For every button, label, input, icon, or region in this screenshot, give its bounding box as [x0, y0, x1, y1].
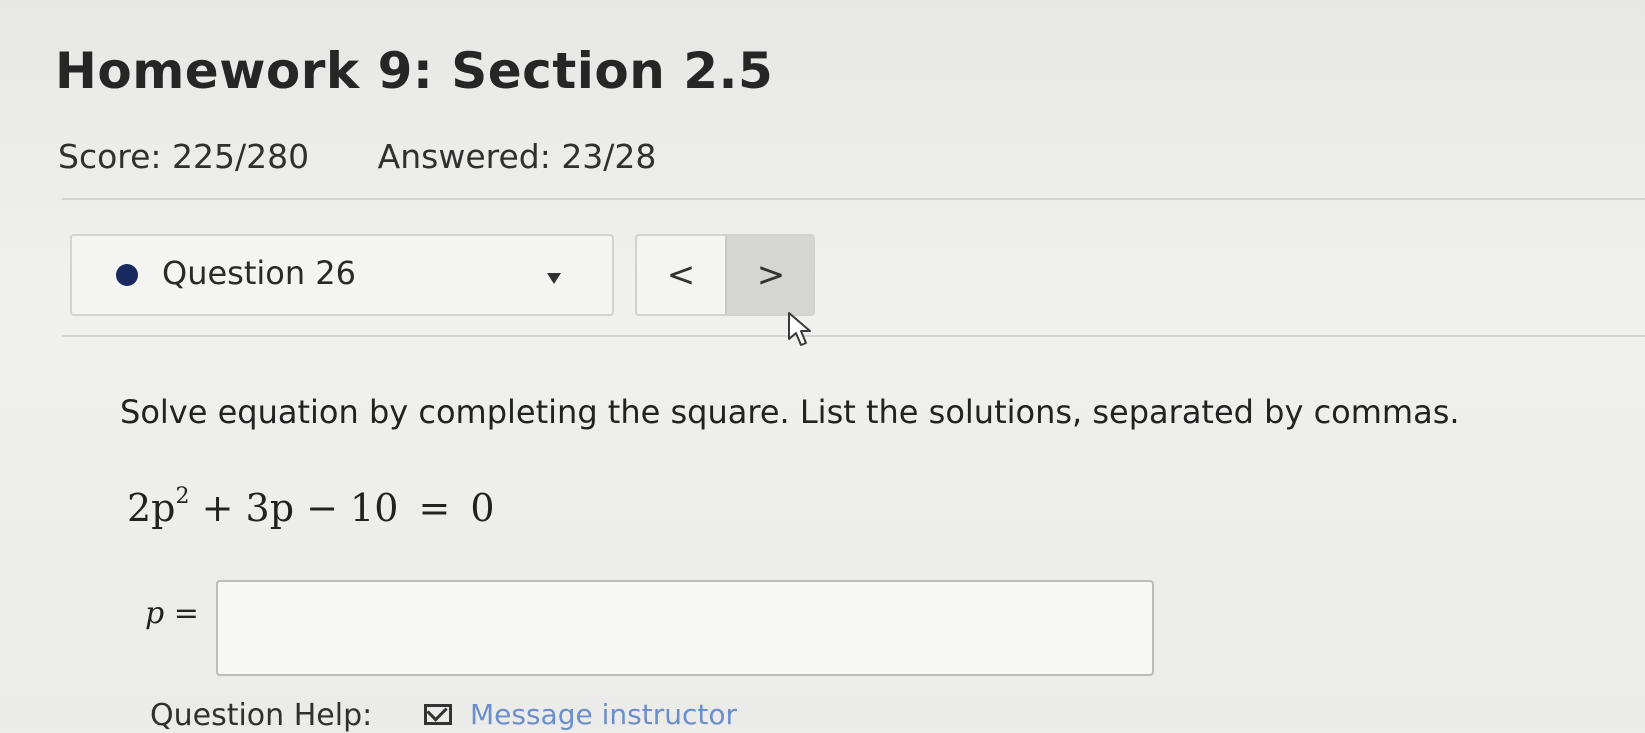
- question-pager: < >: [635, 234, 815, 316]
- divider: [62, 335, 1645, 337]
- chevron-right-icon: >: [756, 255, 786, 295]
- message-instructor-label: Message instructor: [470, 698, 737, 731]
- equation-exponent: 2: [175, 484, 190, 509]
- question-prompt: Solve equation by completing the square.…: [120, 393, 1460, 431]
- homework-page: Homework 9: Section 2.5 Score: 225/280 A…: [0, 0, 1645, 733]
- answer-label: p =: [145, 596, 199, 631]
- question-navigation: Question 26 < >: [62, 214, 1645, 334]
- question-help-label: Question Help:: [150, 698, 373, 733]
- next-question-button[interactable]: >: [725, 236, 813, 314]
- caret-down-icon: [547, 273, 561, 284]
- message-instructor-link[interactable]: Message instructor: [424, 698, 737, 731]
- mouse-cursor-icon: [788, 312, 811, 346]
- answer-equals: =: [173, 596, 199, 631]
- answer-input[interactable]: [216, 580, 1154, 676]
- chevron-left-icon: <: [666, 255, 696, 295]
- equation: 2p2 + 3p − 10 = 0: [127, 484, 495, 530]
- answer-variable: p: [145, 596, 165, 631]
- progress-summary: Score: 225/280 Answered: 23/28: [58, 137, 656, 176]
- equation-terms: + 3p − 10: [201, 486, 399, 530]
- answered-text: Answered: 23/28: [377, 137, 657, 176]
- page-title: Homework 9: Section 2.5: [55, 42, 774, 100]
- previous-question-button[interactable]: <: [637, 236, 725, 314]
- mail-icon: [424, 704, 452, 725]
- question-status-dot: [116, 264, 138, 286]
- equation-equals: =: [418, 486, 451, 530]
- equation-rhs: 0: [470, 486, 495, 530]
- score-text: Score: 225/280: [58, 137, 310, 176]
- equation-term: 2p: [127, 486, 176, 530]
- question-select[interactable]: Question 26: [70, 234, 614, 316]
- question-select-label: Question 26: [162, 254, 357, 292]
- divider: [62, 198, 1645, 200]
